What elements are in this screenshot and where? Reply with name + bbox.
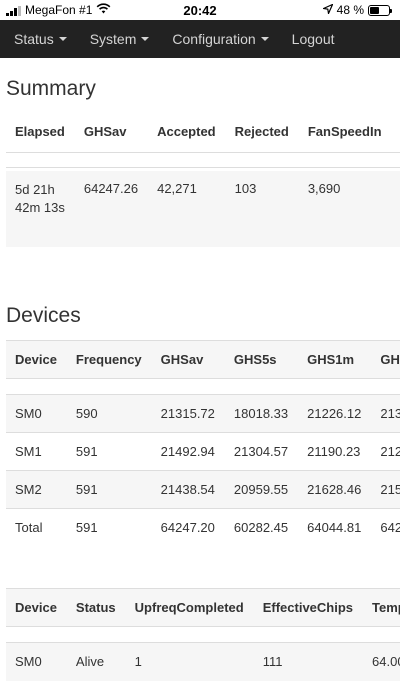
summary-table-wrapper: Elapsed GHSav Accepted Rejected FanSpeed… [6,112,400,247]
column-header: Tempe [372,600,400,615]
nav-logout-link[interactable]: Logout [278,31,344,47]
ghs5s-cell: 60282.45 [233,520,289,536]
column-header: Elapsed [15,124,65,140]
ghs5s-cell: 20959.55 [233,482,289,497]
spacer-row [6,626,400,643]
truncated-cell: 6421 [380,520,400,536]
status-bar: MegaFon #1 20:42 48 % [0,0,400,20]
caret-down-icon [260,37,269,41]
column-header: GHS [380,352,400,367]
spacer-row [6,378,400,395]
frequency-cell: 591 [75,444,98,459]
column-header: GHS1m [307,352,355,367]
frequency-cell: 591 [75,482,98,497]
devices-table-wrapper: Device Frequency GHSav GHS5s GHS1m GHS S… [6,340,400,547]
frequency-cell: 590 [75,406,98,421]
column-header: Device [15,600,57,615]
ghsav-cell: 21315.72 [160,406,215,421]
summary-table: Elapsed GHSav Accepted Rejected FanSpeed… [6,112,400,247]
summary-header-row: Elapsed GHSav Accepted Rejected FanSpeed… [6,112,400,152]
table-row: SM2 591 21438.54 20959.55 21628.46 2158 [6,470,400,509]
summary-data-row: 5d 21h 42m 13s 64247.26 42,271 103 3,690… [6,171,400,247]
ghs5s-cell: 21304.57 [233,444,289,459]
ghs1m-cell: 21628.46 [307,482,362,497]
nav-system-dropdown[interactable]: System [76,31,159,47]
rejected-cell: 103 [234,181,257,196]
device-status-table: Device Status UpfreqCompleted EffectiveC… [6,588,400,681]
ghs1m-cell: 21190.23 [307,444,361,459]
ghsav-cell: 21492.94 [160,444,215,459]
ghsav-cell: 21438.54 [160,482,215,497]
table-row: SM0 Alive 1 111 64.00 [6,642,400,681]
column-header: Frequency [75,352,142,367]
device-cell: SM0 [15,654,42,670]
table-row: Total 591 64247.20 60282.45 64044.81 642… [6,508,400,547]
table-row: SM0 590 21315.72 18018.33 21226.12 2133 [6,394,400,433]
column-header: UpfreqCompleted [134,600,244,615]
frequency-cell: 591 [75,520,98,536]
nav-logout-label: Logout [291,31,335,47]
column-header: Status [75,600,116,615]
nav-configuration-label: Configuration [172,31,256,47]
device-status-table-wrapper: Device Status UpfreqCompleted EffectiveC… [6,588,400,681]
column-header: EffectiveChips [262,600,354,615]
elapsed-cell: 5d 21h 42m 13s [15,182,65,215]
device-cell: SM2 [15,482,42,497]
device-cell: SM1 [15,444,42,459]
battery-text: 48 % [336,3,364,17]
column-header: GHSav [160,352,204,367]
ghs5s-cell: 18018.33 [233,406,289,421]
caret-down-icon [141,37,150,41]
caret-down-icon [58,37,67,41]
nav-configuration-dropdown[interactable]: Configuration [158,31,277,47]
summary-title: Summary [6,77,96,100]
accepted-cell: 42,271 [157,181,197,196]
ghs1m-cell: 64044.81 [307,520,362,536]
device-status-header-row: Device Status UpfreqCompleted EffectiveC… [6,588,400,627]
effective-chips-cell: 111 [262,654,283,670]
column-header: GHS5s [233,352,277,367]
column-header: Accepted [157,124,216,140]
column-header: FanSpeedIn [307,124,382,140]
truncated-cell: 2158 [380,482,400,497]
status-cell: Alive [75,654,105,670]
nav-status-label: Status [14,31,54,47]
nav-system-label: System [89,31,137,47]
truncated-cell: 2129 [380,444,400,459]
temperature-cell: 64.00 [372,654,400,670]
device-cell: SM0 [15,406,42,421]
ghs1m-cell: 21226.12 [307,406,362,421]
battery-icon [368,4,392,16]
device-cell: Total [15,520,43,536]
location-arrow-icon [321,3,334,17]
fanspeedin-cell: 3,690 [307,181,341,196]
ghsav-cell: 64247.20 [160,520,215,536]
truncated-cell: 2133 [380,406,400,421]
column-header: Rejected [234,124,289,140]
nav-status-dropdown[interactable]: Status [0,31,76,47]
column-header: GHSav [83,124,127,140]
status-bar-right: 48 % [321,3,392,17]
devices-header-row: Device Frequency GHSav GHS5s GHS1m GHS [6,340,400,379]
column-header: Device [15,352,57,367]
upfreq-completed-cell: 1 [134,654,142,670]
truncated-cell: 3 [392,171,400,247]
column-header: F [392,112,400,152]
spacer-row [6,151,400,167]
top-navbar: Status System Configuration Logout [0,20,400,58]
ghsav-cell: 64247.26 [83,181,139,196]
devices-table: Device Frequency GHSav GHS5s GHS1m GHS S… [6,340,400,547]
devices-title: Devices [6,304,81,327]
table-row: SM1 591 21492.94 21304.57 21190.23 2129 [6,432,400,471]
